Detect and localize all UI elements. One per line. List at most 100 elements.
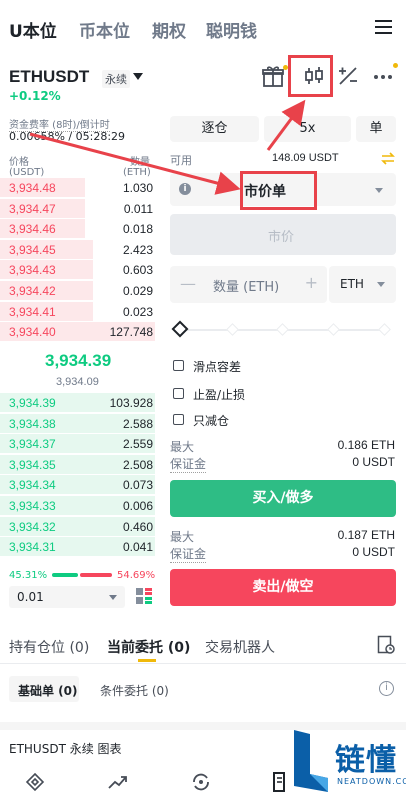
home-icon[interactable] xyxy=(25,772,45,792)
ask-row[interactable]: 3,934.42 0.029 xyxy=(0,280,160,301)
sell-ratio: 54.69% xyxy=(117,570,156,581)
sell-margin-label[interactable]: 保证金 xyxy=(170,545,207,563)
ask-row[interactable]: 3,934.45 2.423 xyxy=(0,239,160,260)
bid-row[interactable]: 3,934.38 2.588 xyxy=(0,413,160,434)
ask-qty: 0.029 xyxy=(122,284,153,298)
ask-price: 3,934.46 xyxy=(9,222,56,237)
bid-price: 3,934.35 xyxy=(9,457,56,472)
quantity-unit: ETH xyxy=(340,277,364,291)
ask-row[interactable]: 3,934.48 1.030 xyxy=(0,177,160,198)
markets-icon[interactable] xyxy=(107,772,129,792)
ask-qty: 0.011 xyxy=(123,201,153,216)
orderbook-layout-icon[interactable] xyxy=(135,587,153,605)
slippage-checkbox[interactable] xyxy=(173,360,184,371)
chevron-down-icon xyxy=(375,188,383,193)
reduce-only-checkbox[interactable] xyxy=(173,414,184,425)
slider-node[interactable] xyxy=(378,323,391,336)
tab-usdm[interactable]: U本位 xyxy=(9,17,57,42)
tpsl-label[interactable]: 止盈/止损 xyxy=(193,386,245,403)
bid-row[interactable]: 3,934.35 2.508 xyxy=(0,454,160,475)
tab-conditional-orders[interactable]: 条件委托 (0) xyxy=(100,682,169,699)
slider-thumb[interactable] xyxy=(171,320,189,338)
precision-value: 0.01 xyxy=(17,590,44,604)
buy-max-value: 0.186 ETH xyxy=(337,438,395,452)
tab-open-orders[interactable]: 当前委托 (0) xyxy=(107,637,190,657)
ask-row[interactable]: 3,934.43 0.603 xyxy=(0,259,160,280)
available-value: 148.09 USDT xyxy=(272,152,339,164)
slider-node[interactable] xyxy=(226,323,239,336)
bid-row[interactable]: 3,934.34 0.073 xyxy=(0,474,160,495)
bid-qty: 0.041 xyxy=(122,540,153,555)
transfer-icon[interactable] xyxy=(381,152,395,165)
chart-panel-label[interactable]: ETHUSDT 永续 图表 xyxy=(9,740,122,757)
margin-mode-button[interactable]: 逐仓 xyxy=(170,116,259,142)
ask-row[interactable]: 3,934.47 0.011 xyxy=(0,198,160,219)
ask-qty: 0.018 xyxy=(122,222,153,237)
price-header: 价格 xyxy=(9,157,29,168)
highlight-order-type xyxy=(240,171,317,210)
ask-qty: 127.748 xyxy=(109,325,153,340)
bid-price: 3,934.33 xyxy=(9,499,56,513)
bid-qty: 2.508 xyxy=(122,457,153,472)
ask-qty: 0.603 xyxy=(122,263,153,278)
sell-max-label: 最大 xyxy=(170,530,195,544)
buy-margin-label[interactable]: 保证金 xyxy=(170,455,207,473)
tab-coinm[interactable]: 币本位 xyxy=(79,17,130,42)
slippage-label[interactable]: 滑点容差 xyxy=(193,358,241,375)
trade-icon[interactable] xyxy=(190,772,212,792)
orders-tabs: 持有仓位 (0) 当前委托 (0) 交易机器人 xyxy=(0,626,406,664)
reduce-only-label[interactable]: 只减仓 xyxy=(193,412,229,429)
symbol-name[interactable]: ETHUSDT xyxy=(9,67,89,87)
tpsl-checkbox[interactable] xyxy=(173,388,184,399)
sell-short-button[interactable]: 卖出/做空 xyxy=(170,569,396,606)
sell-margin-value: 0 USDT xyxy=(352,545,395,559)
order-history-icon[interactable] xyxy=(377,635,395,655)
tab-basic-orders[interactable]: 基础单 (0) xyxy=(9,676,79,702)
bid-qty: 0.006 xyxy=(122,499,153,513)
bid-row[interactable]: 3,934.33 0.006 xyxy=(0,495,160,516)
menu-icon[interactable] xyxy=(375,20,392,34)
ask-price: 3,934.40 xyxy=(9,325,56,340)
ask-row[interactable]: 3,934.40 127.748 xyxy=(0,321,160,342)
buy-max-label: 最大 xyxy=(170,440,195,454)
bid-row[interactable]: 3,934.39 103.928 xyxy=(0,392,160,413)
notification-dot xyxy=(393,63,398,68)
quantity-input[interactable]: — 数量 (ETH) + xyxy=(170,266,327,303)
ask-price: 3,934.45 xyxy=(9,242,56,257)
ask-price: 3,934.47 xyxy=(9,201,56,216)
tab-smart-money[interactable]: 聪明钱 xyxy=(206,17,257,42)
position-mode-button[interactable]: 单 xyxy=(356,116,396,142)
site-logo-mark xyxy=(294,730,328,792)
chevron-down-icon xyxy=(377,282,385,287)
bid-row[interactable]: 3,934.31 0.041 xyxy=(0,536,160,557)
slider-node[interactable] xyxy=(327,323,340,336)
buy-long-button[interactable]: 买入/做多 xyxy=(170,480,396,517)
bid-price: 3,934.32 xyxy=(9,519,56,534)
chevron-down-icon[interactable] xyxy=(133,73,143,80)
bid-row[interactable]: 3,934.32 0.460 xyxy=(0,516,160,537)
bid-row[interactable]: 3,934.37 2.559 xyxy=(0,433,160,454)
info-icon[interactable]: i xyxy=(379,681,394,696)
bid-qty: 103.928 xyxy=(109,396,153,410)
bid-qty: 2.588 xyxy=(122,416,153,431)
info-icon[interactable]: i xyxy=(179,183,191,195)
buy-ratio: 45.31% xyxy=(9,570,48,581)
calculator-icon[interactable] xyxy=(334,62,362,90)
tab-trading-bots[interactable]: 交易机器人 xyxy=(205,637,275,657)
ask-row[interactable]: 3,934.46 0.018 xyxy=(0,218,160,239)
leverage-button[interactable]: 5x xyxy=(264,116,351,142)
minus-icon[interactable]: — xyxy=(180,274,196,293)
ask-price: 3,934.41 xyxy=(9,304,56,319)
slider-node[interactable] xyxy=(276,323,289,336)
futures-icon[interactable] xyxy=(272,771,286,793)
price-change: +0.12% xyxy=(9,89,61,103)
tab-positions[interactable]: 持有仓位 (0) xyxy=(9,637,89,657)
last-price[interactable]: 3,934.39 xyxy=(45,351,111,371)
ask-row[interactable]: 3,934.41 0.023 xyxy=(0,301,160,322)
bid-qty: 0.460 xyxy=(122,519,153,534)
qty-header: 数量 xyxy=(130,157,150,168)
quantity-unit-select[interactable]: ETH xyxy=(329,266,396,303)
precision-select[interactable]: 0.01 xyxy=(9,586,125,608)
plus-icon[interactable]: + xyxy=(305,273,318,292)
tab-options[interactable]: 期权 xyxy=(152,17,186,42)
